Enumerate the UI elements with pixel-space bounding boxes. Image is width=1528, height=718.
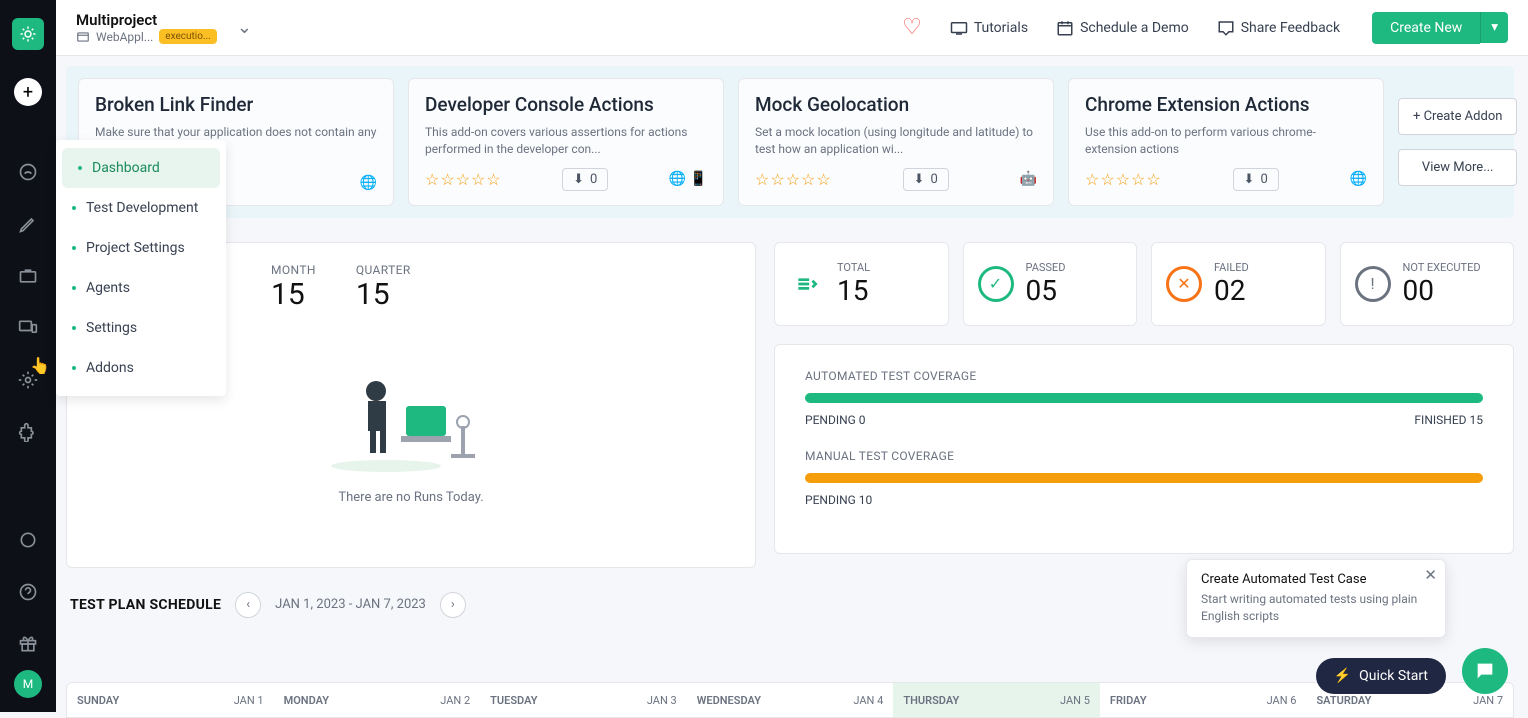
flyout-item-project-settings[interactable]: Project Settings (56, 228, 226, 268)
coverage-manual-label: MANUAL TEST COVERAGE (805, 449, 1483, 463)
status-passed: ✓ PASSED05 (963, 242, 1138, 326)
addon-card[interactable]: Developer Console Actions This add-on co… (408, 78, 724, 206)
gear-icon[interactable] (14, 366, 42, 394)
addon-title: Developer Console Actions (425, 93, 707, 116)
platform-icons: 🤖 (1020, 171, 1037, 187)
topbar: Multiproject WebAppl... executio... ⌄ ♡ … (56, 0, 1528, 56)
status-total: TOTAL15 (774, 242, 949, 326)
help-icon[interactable] (14, 578, 42, 606)
create-new-caret[interactable]: ▾ (1480, 12, 1508, 43)
chevron-down-icon[interactable]: ⌄ (237, 17, 252, 38)
addon-title: Chrome Extension Actions (1085, 93, 1367, 116)
star-rating: ☆☆☆☆☆ (755, 170, 832, 189)
puzzle-icon[interactable] (14, 418, 42, 446)
create-new-button[interactable]: Create New (1372, 12, 1480, 44)
tooltip-desc: Start writing automated tests using plai… (1201, 591, 1431, 625)
stat-month: MONTH 15 (271, 263, 316, 312)
view-more-button[interactable]: View More... (1398, 149, 1517, 186)
briefcase-icon[interactable] (14, 262, 42, 290)
schedule-demo-link[interactable]: Schedule a Demo (1056, 19, 1189, 37)
create-new-group: Create New ▾ (1372, 12, 1508, 44)
dashboard-icon[interactable] (14, 158, 42, 186)
globe-icon: 🌐 (1350, 171, 1367, 187)
schedule-title: TEST PLAN SCHEDULE (70, 597, 221, 613)
status-row: TOTAL15 ✓ PASSED05 ✕ FAILED02 ! NOT EXEC… (774, 242, 1514, 326)
empty-illustration (326, 356, 496, 476)
addon-desc: Use this add-on to perform various chrom… (1085, 124, 1367, 158)
sidebar-rail: + M (0, 0, 56, 712)
tooltip-create-test: ✕ Create Automated Test Case Start writi… (1186, 559, 1446, 638)
pencil-icon[interactable] (14, 210, 42, 238)
quick-start-button[interactable]: ⚡ Quick Start (1316, 658, 1446, 694)
addon-desc: This add-on covers various assertions fo… (425, 124, 707, 158)
download-count: ⬇ 0 (1233, 168, 1279, 191)
project-selector[interactable]: Multiproject WebAppl... executio... (76, 11, 217, 44)
next-button[interactable]: › (440, 592, 466, 618)
addon-title: Mock Geolocation (755, 93, 1037, 116)
star-rating: ☆☆☆☆☆ (425, 170, 502, 189)
heart-icon[interactable]: ♡ (902, 15, 922, 40)
download-count: ⬇ 0 (562, 168, 608, 191)
app-logo[interactable] (12, 18, 44, 50)
platform-icons: 🌐 📱 (669, 171, 707, 187)
empty-message: There are no Runs Today. (338, 490, 483, 505)
globe-icon: 🌐 (360, 175, 377, 191)
create-addon-button[interactable]: + Create Addon (1398, 98, 1517, 135)
weekday-strip: SUNDAYJAN 1 MONDAYJAN 2 TUESDAYJAN 3 WED… (66, 682, 1514, 718)
addon-strip: Broken Link Finder Make sure that your a… (66, 66, 1514, 218)
coverage-auto-label: AUTOMATED TEST COVERAGE (805, 369, 1483, 383)
alert-icon: ! (1355, 266, 1391, 302)
total-icon (789, 266, 825, 302)
devices-icon[interactable] (14, 314, 42, 342)
addon-title: Broken Link Finder (95, 93, 377, 116)
addon-card[interactable]: Chrome Extension Actions Use this add-on… (1068, 78, 1384, 206)
addon-card[interactable]: Mock Geolocation Set a mock location (us… (738, 78, 1054, 206)
coverage-panel: AUTOMATED TEST COVERAGE PENDING 0FINISHE… (774, 344, 1514, 554)
x-icon: ✕ (1166, 266, 1202, 302)
refresh-icon[interactable] (14, 526, 42, 554)
coverage-auto-bar (805, 393, 1483, 403)
share-feedback-link[interactable]: Share Feedback (1217, 19, 1340, 37)
sidebar-flyout: Dashboard Test Development Project Setti… (56, 140, 226, 396)
tutorials-link[interactable]: Tutorials (950, 19, 1028, 37)
prev-button[interactable]: ‹ (235, 592, 261, 618)
add-button[interactable]: + (14, 78, 42, 106)
flyout-item-agents[interactable]: Agents (56, 268, 226, 308)
flyout-item-settings[interactable]: Settings (56, 308, 226, 348)
project-title: Multiproject (76, 11, 217, 29)
project-subtitle: WebAppl... executio... (76, 29, 217, 44)
tooltip-title: Create Automated Test Case (1201, 572, 1431, 587)
project-badge: executio... (159, 29, 217, 44)
flyout-item-dashboard[interactable]: Dashboard (62, 148, 220, 188)
status-notexecuted: ! NOT EXECUTED00 (1340, 242, 1515, 326)
flyout-item-addons[interactable]: Addons (56, 348, 226, 388)
download-count: ⬇ 0 (903, 168, 949, 191)
chat-icon[interactable] (1462, 648, 1508, 694)
close-icon[interactable]: ✕ (1424, 566, 1437, 584)
flyout-item-test-development[interactable]: Test Development (56, 188, 226, 228)
avatar[interactable]: M (14, 670, 42, 698)
coverage-manual-bar (805, 473, 1483, 483)
addon-desc: Set a mock location (using longitude and… (755, 124, 1037, 158)
stat-quarter: QUARTER 15 (356, 263, 411, 312)
status-failed: ✕ FAILED02 (1151, 242, 1326, 326)
gift-icon[interactable] (14, 630, 42, 658)
date-range: JAN 1, 2023 - JAN 7, 2023 (275, 597, 426, 612)
check-icon: ✓ (978, 266, 1014, 302)
star-rating: ☆☆☆☆☆ (1085, 170, 1162, 189)
